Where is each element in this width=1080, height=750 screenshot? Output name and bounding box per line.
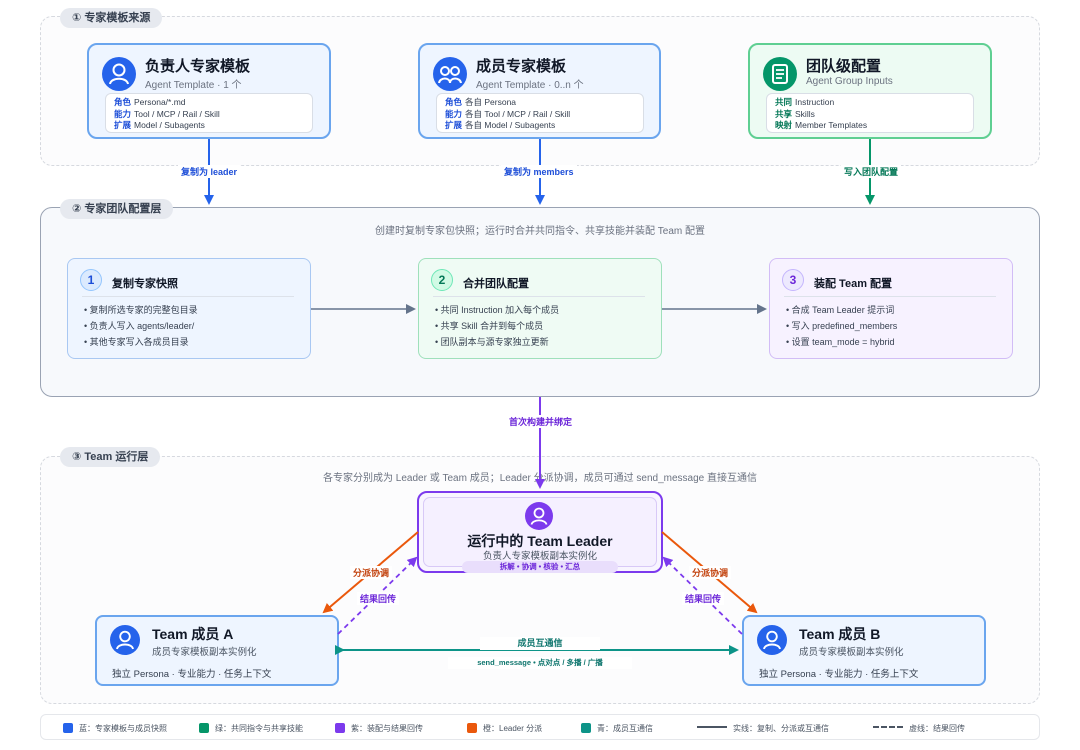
section-label-source: ① 专家模板来源 bbox=[60, 8, 163, 28]
step-number-2: 2 bbox=[431, 269, 453, 291]
user-icon bbox=[525, 502, 553, 530]
edge-label-write-group: 写入团队配置 bbox=[841, 165, 902, 178]
legend-green: 绿：共同指令与共享技能 bbox=[199, 723, 303, 734]
step-copy-snapshot[interactable]: 1 复制专家快照 复制所选专家的完整包目录 负责人写入 agents/leade… bbox=[67, 258, 311, 359]
member-template-details: 角色 各自 Persona 能力 各自 Tool / MCP / Rail / Sk… bbox=[436, 93, 644, 133]
leader-template-title: 负责人专家模板 bbox=[145, 58, 251, 75]
leader-template-details: 角色 Persona/*.md 能力 Tool / MCP / Rail / Ski… bbox=[105, 93, 313, 133]
user-icon bbox=[102, 57, 136, 91]
users-icon bbox=[433, 57, 467, 91]
runtime-member-b-card[interactable]: Team 成员 B 成员专家模板副本实例化 独立 Persona · 专业能力 … bbox=[742, 615, 986, 686]
step-title: 合并团队配置 bbox=[463, 278, 529, 290]
edge-label-peer-title: 成员互通信 bbox=[480, 637, 600, 650]
edge-label-copy-leader: 复制为 leader bbox=[178, 165, 241, 178]
leader-template-subtitle: Agent Template · 1 个 bbox=[145, 80, 242, 91]
member-template-card[interactable]: 成员专家模板 Agent Template · 0..n 个 角色 各自 Pers… bbox=[418, 43, 661, 139]
group-config-title: 团队级配置 bbox=[806, 58, 882, 75]
step-divider bbox=[784, 296, 996, 297]
step-merge-config[interactable]: 2 合并团队配置 共同 Instruction 加入每个成员 共享 Skill … bbox=[418, 258, 662, 359]
legend-dashed-line: 虚线：结果回传 bbox=[873, 723, 965, 734]
user-icon bbox=[110, 625, 140, 655]
step-title: 复制专家快照 bbox=[112, 278, 178, 290]
user-icon bbox=[757, 625, 787, 655]
legend-purple: 紫：装配与结果回传 bbox=[335, 723, 423, 734]
edge-label-build-bind: 首次构建并绑定 bbox=[506, 415, 576, 428]
member-b-desc: 独立 Persona · 专业能力 · 任务上下文 bbox=[759, 669, 919, 680]
edge-label-copy-members: 复制为 members bbox=[501, 165, 577, 178]
group-config-details: 共同 Instruction 共享 Skills 映射 Member Template… bbox=[766, 93, 974, 133]
edge-label-peer-sub: send_message • 点对点 / 多播 / 广播 bbox=[448, 657, 632, 669]
step-divider bbox=[433, 296, 645, 297]
step-divider bbox=[82, 296, 294, 297]
step-title: 装配 Team 配置 bbox=[814, 278, 893, 290]
legend-orange: 橙：Leader 分派 bbox=[467, 723, 542, 734]
step-number-3: 3 bbox=[782, 269, 804, 291]
runtime-leader-card[interactable]: 运行中的 Team Leader 负责人专家模板副本实例化 拆解 • 协调 • … bbox=[417, 491, 663, 573]
document-icon bbox=[763, 57, 797, 91]
group-config-subtitle: Agent Group Inputs bbox=[806, 76, 893, 87]
runtime-member-a-card[interactable]: Team 成员 A 成员专家模板副本实例化 独立 Persona · 专业能力 … bbox=[95, 615, 339, 686]
step-bullets: 复制所选专家的完整包目录 负责人写入 agents/leader/ 其他专家写入… bbox=[84, 302, 198, 350]
edge-label-dispatch-a: 分派协调 bbox=[350, 566, 393, 579]
step-bullets: 共同 Instruction 加入每个成员 共享 Skill 合并到每个成员 团… bbox=[435, 302, 560, 350]
member-template-subtitle: Agent Template · 0..n 个 bbox=[476, 80, 584, 91]
member-template-title: 成员专家模板 bbox=[476, 58, 567, 75]
runtime-leader-tag: 拆解 • 协调 • 核验 • 汇总 bbox=[462, 561, 618, 573]
section-label-runtime: ③ Team 运行层 bbox=[60, 447, 161, 467]
section-label-config: ② 专家团队配置层 bbox=[60, 199, 174, 219]
legend: 蓝：专家模板与成员快照 绿：共同指令与共享技能 紫：装配与结果回传 橙：Lead… bbox=[40, 714, 1040, 740]
runtime-caption: 各专家分别成为 Leader 或 Team 成员；Leader 分派协调，成员可… bbox=[323, 473, 757, 484]
edge-label-dispatch-b: 分派协调 bbox=[689, 566, 732, 579]
member-b-subtitle: 成员专家模板副本实例化 bbox=[799, 647, 904, 658]
legend-blue: 蓝：专家模板与成员快照 bbox=[63, 723, 167, 734]
group-config-card[interactable]: 团队级配置 Agent Group Inputs 共同 Instruction 共… bbox=[748, 43, 992, 139]
edge-label-result-b: 结果回传 bbox=[682, 592, 725, 605]
legend-solid-line: 实线：复制、分派或互通信 bbox=[697, 723, 829, 734]
step-assemble-team[interactable]: 3 装配 Team 配置 合成 Team Leader 提示词 写入 prede… bbox=[769, 258, 1013, 359]
member-a-title: Team 成员 A bbox=[152, 626, 234, 642]
member-a-subtitle: 成员专家模板副本实例化 bbox=[152, 647, 257, 658]
runtime-leader-subtitle: 负责人专家模板副本实例化 bbox=[482, 551, 597, 562]
member-a-desc: 独立 Persona · 专业能力 · 任务上下文 bbox=[112, 669, 272, 680]
step-number-1: 1 bbox=[80, 269, 102, 291]
step-bullets: 合成 Team Leader 提示词 写入 predefined_members… bbox=[786, 302, 898, 350]
config-caption: 创建时复制专家包快照；运行时合并共同指令、共享技能并装配 Team 配置 bbox=[374, 226, 705, 237]
legend-teal: 青：成员互通信 bbox=[581, 723, 653, 734]
edge-label-result-a: 结果回传 bbox=[357, 592, 400, 605]
member-b-title: Team 成员 B bbox=[799, 626, 881, 642]
leader-template-card[interactable]: 负责人专家模板 Agent Template · 1 个 角色 Persona/*… bbox=[87, 43, 331, 139]
